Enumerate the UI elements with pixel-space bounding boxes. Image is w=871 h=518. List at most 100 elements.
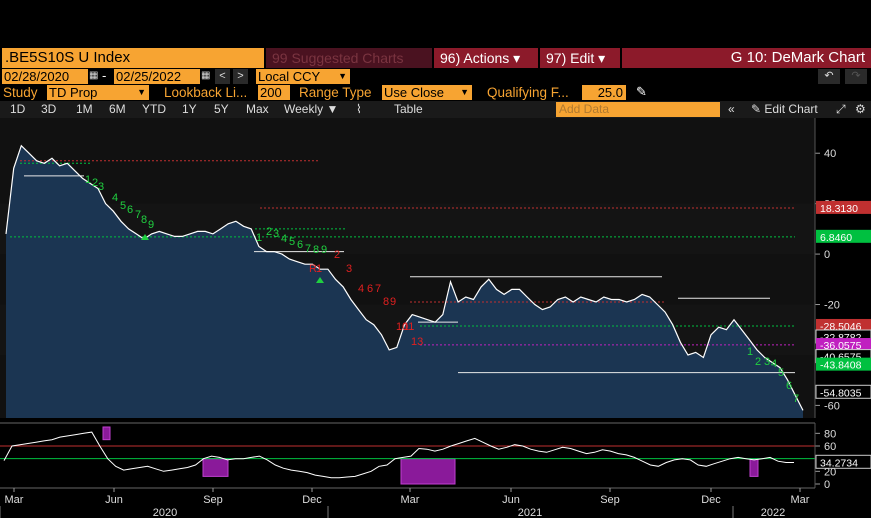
setup-count-green: 5 bbox=[289, 236, 295, 248]
setup-count-green: 4 bbox=[112, 192, 118, 204]
period-3d[interactable]: 3D bbox=[41, 101, 56, 117]
setup-count-green: 8 bbox=[313, 244, 319, 256]
setup-count-red: 3 bbox=[346, 263, 352, 275]
frequency-select[interactable]: Weekly ▼ bbox=[284, 101, 338, 117]
study-select[interactable]: TD Prop ▼ bbox=[47, 85, 149, 100]
x-tick-label: Dec bbox=[302, 494, 322, 506]
setup-count-red: 11 bbox=[403, 321, 414, 333]
y-tick-label: 60 bbox=[824, 441, 836, 453]
setup-count-green: 4 bbox=[771, 358, 777, 370]
x-tick-label: Jun bbox=[502, 494, 520, 506]
setup-count-green: 2 bbox=[266, 226, 272, 238]
date-from-field[interactable]: 02/28/2020 bbox=[2, 69, 88, 84]
y-tick-label: 80 bbox=[824, 428, 836, 440]
currency-select[interactable]: Local CCY ▼ bbox=[256, 69, 350, 84]
chart-canvas[interactable]: 1 2 345 6 7 8 91 2 3 4 5 6 7 8 912 3 45671234 6 78 9101113R… bbox=[0, 118, 871, 518]
setup-count-green: 4 bbox=[281, 233, 287, 245]
chevron-down-icon: ▼ bbox=[338, 71, 347, 81]
period-1y[interactable]: 1Y bbox=[182, 101, 197, 117]
y-tick-label: -20 bbox=[824, 300, 840, 312]
chevron-down-icon: ▼ bbox=[137, 87, 146, 97]
qualifying-label: Qualifying F... bbox=[487, 85, 569, 100]
toolbar bbox=[0, 101, 871, 118]
period-5y[interactable]: 5Y bbox=[214, 101, 229, 117]
chevron-down-icon: ▼ bbox=[460, 87, 469, 97]
y-tick-label: 40 bbox=[824, 148, 836, 160]
setup-count-green: 6 bbox=[127, 204, 133, 216]
setup-count-green: 5 bbox=[120, 200, 126, 212]
undo-icon[interactable]: ↶ bbox=[818, 69, 840, 84]
setup-count-green: 8 bbox=[141, 214, 147, 226]
suggested-charts-button[interactable]: 99 Suggested Charts bbox=[266, 48, 432, 68]
setup-count-green: 3 bbox=[98, 181, 104, 193]
oscillator-zone bbox=[102, 426, 111, 441]
x-tick-label: Mar bbox=[791, 494, 810, 506]
setup-count-green: 5 bbox=[778, 367, 784, 379]
level-tag-label: 6.8460 bbox=[820, 232, 852, 244]
x-tick-label: Sep bbox=[203, 494, 223, 506]
x-year-label: 2020 bbox=[153, 507, 177, 518]
edit-chart-button[interactable]: ✎ Edit Chart bbox=[751, 101, 818, 117]
y-tick-label: 0 bbox=[824, 249, 830, 261]
pencil-icon[interactable]: ✎ bbox=[636, 84, 647, 100]
level-tag-label: 18.3130 bbox=[820, 203, 858, 215]
y-tick-label: 0 bbox=[824, 479, 830, 491]
ticker-field[interactable]: .BE5S10S U Index bbox=[2, 48, 264, 68]
oscillator-zone bbox=[400, 458, 456, 485]
setup-count-red: 8 bbox=[383, 296, 389, 308]
setup-count-green: 7 bbox=[305, 243, 311, 255]
setup-count-green: 1 bbox=[256, 232, 262, 244]
x-tick-label: Dec bbox=[701, 494, 721, 506]
setup-count-green: 7 bbox=[793, 393, 799, 405]
setup-count-green: 9 bbox=[321, 244, 327, 256]
table-button[interactable]: Table bbox=[394, 101, 423, 117]
period-max[interactable]: Max bbox=[246, 101, 269, 117]
setup-count-green: 3 bbox=[764, 356, 770, 368]
expand-icon[interactable]: ⤢ bbox=[836, 101, 846, 117]
next-period-button[interactable]: > bbox=[233, 69, 248, 84]
setup-count-green: 6 bbox=[786, 380, 792, 392]
period-1d[interactable]: 1D bbox=[10, 101, 25, 117]
setup-count-green: 2 bbox=[755, 356, 761, 368]
range-type-select[interactable]: Use Close ▼ bbox=[382, 85, 472, 100]
setup-count-green: 1 bbox=[747, 346, 753, 358]
calendar-icon[interactable]: ▦ bbox=[201, 70, 211, 83]
setup-count-green: 9 bbox=[148, 219, 154, 231]
oscillator-value-label: 34.2734 bbox=[820, 457, 858, 469]
oscillator-zone bbox=[202, 458, 229, 477]
lookback-input[interactable]: 200 bbox=[258, 85, 290, 100]
setup-count-red: 2 bbox=[334, 249, 340, 261]
period-ytd[interactable]: YTD bbox=[142, 101, 166, 117]
setup-count-red: 13 bbox=[411, 336, 423, 348]
oscillator-zone bbox=[749, 458, 759, 477]
setup-count-red: 6 bbox=[367, 283, 373, 295]
setup-count-green: 6 bbox=[297, 239, 303, 251]
perfection-label: R bbox=[309, 263, 317, 275]
setup-count-red: 7 bbox=[375, 283, 381, 295]
calendar-icon[interactable]: ▦ bbox=[89, 70, 99, 83]
add-data-input[interactable]: Add Data bbox=[556, 102, 720, 117]
edit-menu[interactable]: 97) Edit ▾ bbox=[540, 48, 620, 68]
date-to-field[interactable]: 02/25/2022 bbox=[114, 69, 200, 84]
date-separator: - bbox=[102, 68, 107, 83]
setup-count-green: 3 bbox=[273, 228, 279, 240]
redo-icon[interactable]: ↷ bbox=[845, 69, 867, 84]
qualifying-input[interactable]: 25.0 bbox=[582, 85, 626, 100]
setup-count-red: 4 bbox=[358, 283, 364, 295]
period-6m[interactable]: 6M bbox=[109, 101, 126, 117]
level-tag-label: -54.8035 bbox=[820, 387, 862, 399]
range-type-label: Range Type bbox=[299, 85, 372, 100]
chart-type-icon[interactable]: ⌇ bbox=[356, 101, 362, 117]
x-tick-label: Jun bbox=[105, 494, 123, 506]
prev-period-button[interactable]: < bbox=[215, 69, 230, 84]
y-tick-label: -60 bbox=[824, 400, 840, 412]
edit-chart-label: Edit Chart bbox=[764, 102, 818, 116]
x-tick-label: Sep bbox=[600, 494, 620, 506]
x-tick-label: Mar bbox=[401, 494, 420, 506]
gear-icon[interactable]: ⚙ bbox=[855, 101, 866, 117]
collapse-icon[interactable]: « bbox=[728, 101, 735, 117]
setup-count-green: 1 bbox=[85, 174, 91, 186]
period-1m[interactable]: 1M bbox=[76, 101, 93, 117]
x-year-label: 2022 bbox=[761, 507, 785, 518]
actions-menu[interactable]: 96) Actions ▾ bbox=[434, 48, 538, 68]
